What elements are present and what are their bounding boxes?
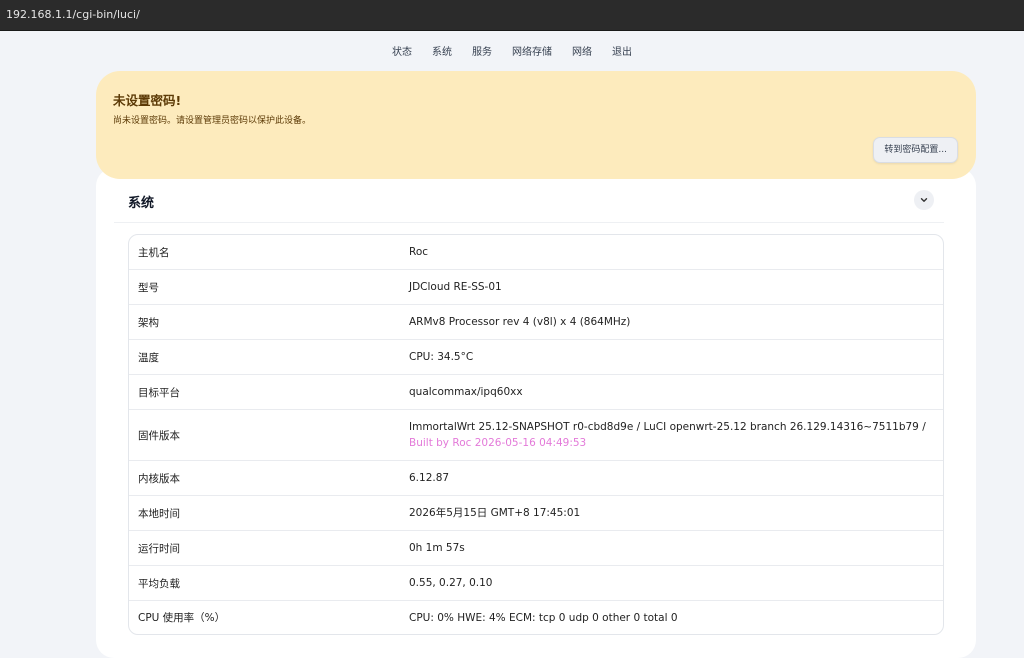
table-row: 温度 CPU: 34.5°C — [129, 339, 943, 374]
firmware-version-text: ImmortalWrt 25.12-SNAPSHOT r0-cbd8d9e / … — [409, 421, 926, 433]
nav-item-services[interactable]: 服务 — [472, 43, 492, 58]
top-navigation: 状态 系统 服务 网络存储 网络 退出 — [0, 30, 1024, 70]
row-value: 0h 1m 57s — [409, 542, 465, 554]
row-value: CPU: 34.5°C — [409, 351, 474, 363]
row-key: 固件版本 — [138, 429, 180, 442]
table-row: 本地时间 2026年5月15日 GMT+8 17:45:01 — [129, 495, 943, 530]
goto-password-config-button[interactable]: 转到密码配置... — [873, 137, 958, 163]
row-value: 2026年5月15日 GMT+8 17:45:01 — [409, 507, 581, 519]
row-key: 本地时间 — [138, 507, 180, 520]
table-row: 目标平台 qualcommax/ipq60xx — [129, 374, 943, 409]
table-row: CPU 使用率（%） CPU: 0% HWE: 4% ECM: tcp 0 ud… — [129, 600, 943, 634]
row-value: CPU: 0% HWE: 4% ECM: tcp 0 udp 0 other 0… — [409, 611, 678, 624]
row-value: ARMv8 Processor rev 4 (v8l) x 4 (864MHz) — [409, 316, 631, 328]
table-row: 架构 ARMv8 Processor rev 4 (v8l) x 4 (864M… — [129, 304, 943, 339]
system-card: 系统 主机名 Roc 型号 JDCloud RE-SS-01 架构 ARMv8 … — [96, 168, 976, 658]
row-key: 目标平台 — [138, 386, 180, 399]
alert-title: 未设置密码! — [113, 93, 182, 108]
collapse-button[interactable] — [914, 190, 934, 210]
table-row: 内核版本 6.12.87 — [129, 460, 943, 495]
row-key: 平均负载 — [138, 577, 180, 590]
row-value: 0.55, 0.27, 0.10 — [409, 577, 493, 589]
nav-item-nas[interactable]: 网络存储 — [512, 43, 552, 58]
table-row: 运行时间 0h 1m 57s — [129, 530, 943, 565]
url-text[interactable]: 192.168.1.1/cgi-bin/luci/ — [6, 8, 140, 21]
chevron-down-icon — [920, 198, 928, 202]
system-section: 系统 主机名 Roc 型号 JDCloud RE-SS-01 架构 ARMv8 … — [114, 182, 944, 635]
row-key: 温度 — [138, 351, 159, 364]
row-value: JDCloud RE-SS-01 — [409, 281, 502, 293]
row-value: 6.12.87 — [409, 472, 450, 484]
row-key: 主机名 — [138, 246, 170, 259]
row-key: 架构 — [138, 316, 159, 329]
build-info-link[interactable]: Built by Roc 2026-05-16 04:49:53 — [409, 437, 586, 449]
nav-item-system[interactable]: 系统 — [432, 43, 452, 58]
section-header: 系统 — [114, 182, 944, 223]
table-row: 平均负载 0.55, 0.27, 0.10 — [129, 565, 943, 600]
row-key: 运行时间 — [138, 542, 180, 555]
row-key: 内核版本 — [138, 472, 180, 485]
browser-address-bar[interactable]: 192.168.1.1/cgi-bin/luci/ — [0, 0, 1024, 31]
row-value: Roc — [409, 246, 429, 258]
row-value: qualcommax/ipq60xx — [409, 386, 523, 398]
row-value: ImmortalWrt 25.12-SNAPSHOT r0-cbd8d9e / … — [409, 410, 935, 460]
table-row: 型号 JDCloud RE-SS-01 — [129, 269, 943, 304]
alert-message: 尚未设置密码。请设置管理员密码以保护此设备。 — [113, 116, 312, 126]
system-info-table: 主机名 Roc 型号 JDCloud RE-SS-01 架构 ARMv8 Pro… — [128, 234, 944, 635]
table-row: 固件版本 ImmortalWrt 25.12-SNAPSHOT r0-cbd8d… — [129, 409, 943, 460]
nav-item-logout[interactable]: 退出 — [612, 43, 632, 58]
section-title: 系统 — [128, 196, 155, 211]
nav-item-network[interactable]: 网络 — [572, 43, 592, 58]
nav-item-status[interactable]: 状态 — [392, 43, 412, 58]
row-key: 型号 — [138, 281, 159, 294]
table-row: 主机名 Roc — [129, 235, 943, 269]
row-key: CPU 使用率（%） — [138, 612, 226, 624]
password-warning-alert: 未设置密码! 尚未设置密码。请设置管理员密码以保护此设备。 转到密码配置... — [96, 71, 976, 179]
